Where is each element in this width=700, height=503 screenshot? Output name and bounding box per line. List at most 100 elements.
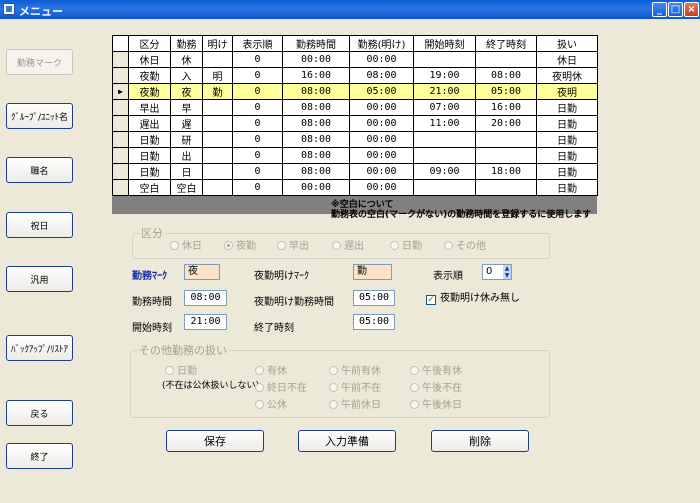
night-mark-input[interactable]: 勤	[353, 264, 392, 280]
table-cell[interactable]: 日勤	[536, 115, 598, 132]
table-cell[interactable]: 空白	[170, 179, 203, 196]
save-button[interactable]: 保存	[166, 430, 264, 452]
table-cell[interactable]	[475, 131, 537, 148]
table-cell[interactable]	[202, 115, 233, 132]
sidebar-item-general[interactable]: 汎用	[6, 266, 73, 292]
column-header[interactable]: 表示順	[232, 35, 283, 52]
table-cell[interactable]: 日勤	[536, 131, 598, 148]
sidebar-item-holiday[interactable]: 祝日	[6, 212, 73, 238]
row-header[interactable]	[112, 115, 129, 132]
radio-pm-holiday[interactable]: 午後休日	[410, 396, 462, 411]
table-cell[interactable]: 0	[232, 99, 283, 116]
table-cell[interactable]: 08:00	[282, 115, 350, 132]
no-rest-checkbox[interactable]: ✓ 夜勤明け休み無し	[426, 289, 520, 305]
table-row[interactable]: 夜勤入明 0 16:00 08:00 19:00 08:00 夜明休	[112, 67, 598, 84]
table-cell[interactable]: 0	[232, 51, 283, 68]
radio-late[interactable]: 遅出	[332, 237, 364, 252]
table-cell[interactable]: 夜	[170, 83, 203, 100]
table-cell[interactable]: 18:00	[475, 163, 537, 180]
table-cell[interactable]	[413, 179, 476, 196]
radio-other-day[interactable]: 日勤	[165, 362, 197, 377]
table-cell[interactable]: 入	[170, 67, 203, 84]
radio-all-day-absent[interactable]: 終日不在	[255, 379, 307, 394]
row-header[interactable]	[112, 179, 129, 196]
table-cell[interactable]: 早	[170, 99, 203, 116]
table-cell[interactable]: 早出	[128, 99, 171, 116]
table-cell[interactable]: 08:00	[349, 67, 414, 84]
row-header[interactable]: ▶	[112, 83, 129, 100]
table-cell[interactable]: 00:00	[282, 51, 350, 68]
table-cell[interactable]: 00:00	[349, 179, 414, 196]
table-cell[interactable]: 09:00	[413, 163, 476, 180]
table-cell[interactable]: 空白	[128, 179, 171, 196]
table-cell[interactable]: 0	[232, 115, 283, 132]
table-cell[interactable]	[202, 163, 233, 180]
work-mark-grid[interactable]: 区分 勤務 明け 表示順 勤務時間 勤務(明け) 開始時刻 終了時刻 扱い 休日…	[112, 35, 598, 214]
row-header[interactable]	[112, 131, 129, 148]
table-cell[interactable]	[413, 131, 476, 148]
table-row[interactable]: 早出早 0 08:00 00:00 07:00 16:00 日勤	[112, 99, 598, 116]
table-cell[interactable]: 08:00	[282, 163, 350, 180]
minimize-button[interactable]: _	[652, 2, 667, 17]
table-row[interactable]: 遅出遅 0 08:00 00:00 11:00 20:00 日勤	[112, 115, 598, 132]
table-cell[interactable]: 夜勤	[128, 67, 171, 84]
row-header[interactable]	[112, 51, 129, 68]
mark-input[interactable]: 夜	[184, 264, 220, 280]
table-cell[interactable]: 05:00	[349, 83, 414, 100]
table-row[interactable]: 空白 空白 0 00:00 00:00 日勤	[112, 179, 598, 196]
table-cell[interactable]: 日勤	[128, 163, 171, 180]
column-header[interactable]: 明け	[202, 35, 233, 52]
table-cell[interactable]: 0	[232, 83, 283, 100]
table-cell[interactable]	[202, 131, 233, 148]
table-cell[interactable]: 21:00	[413, 83, 476, 100]
table-row[interactable]: 日勤研 0 08:00 00:00 日勤	[112, 131, 598, 148]
table-cell[interactable]: 日勤	[536, 179, 598, 196]
table-cell[interactable]: 夜勤	[128, 83, 171, 100]
column-header[interactable]: 終了時刻	[475, 35, 537, 52]
radio-night[interactable]: 夜勤	[224, 237, 256, 252]
table-cell[interactable]: 夜明休	[536, 67, 598, 84]
table-cell[interactable]: 0	[232, 67, 283, 84]
table-cell[interactable]: 08:00	[282, 83, 350, 100]
table-cell[interactable]	[413, 51, 476, 68]
table-cell[interactable]: 08:00	[282, 147, 350, 164]
table-cell[interactable]: 19:00	[413, 67, 476, 84]
table-row[interactable]: 休日休 0 00:00 00:00 休日	[112, 51, 598, 68]
table-cell[interactable]: 日勤	[128, 147, 171, 164]
table-cell[interactable]: 休日	[128, 51, 171, 68]
row-header[interactable]	[112, 147, 129, 164]
table-cell[interactable]: 0	[232, 147, 283, 164]
row-header[interactable]	[112, 67, 129, 84]
radio-paid-leave[interactable]: 有休	[255, 362, 287, 377]
table-cell[interactable]: 00:00	[349, 115, 414, 132]
table-cell[interactable]: 00:00	[282, 179, 350, 196]
table-cell[interactable]: 00:00	[349, 51, 414, 68]
sidebar-item-back[interactable]: 戻る	[6, 400, 73, 426]
table-cell[interactable]: 遅	[170, 115, 203, 132]
table-cell[interactable]: 休日	[536, 51, 598, 68]
table-cell[interactable]: 日勤	[536, 99, 598, 116]
delete-button[interactable]: 削除	[431, 430, 529, 452]
table-cell[interactable]: 0	[232, 179, 283, 196]
sidebar-item-work-mark[interactable]: 勤務マーク	[6, 49, 73, 75]
table-cell[interactable]: 08:00	[475, 67, 537, 84]
table-cell[interactable]: 休	[170, 51, 203, 68]
table-cell[interactable]: 勤	[202, 83, 233, 100]
table-row[interactable]: 日勤日 0 08:00 00:00 09:00 18:00 日勤	[112, 163, 598, 180]
table-cell[interactable]: 遅出	[128, 115, 171, 132]
table-cell[interactable]: 出	[170, 147, 203, 164]
table-cell[interactable]	[202, 99, 233, 116]
table-cell[interactable]: 0	[232, 131, 283, 148]
table-cell[interactable]: 00:00	[349, 99, 414, 116]
table-cell[interactable]	[202, 179, 233, 196]
start-time-input[interactable]: 21:00	[184, 314, 227, 330]
end-time-input[interactable]: 05:00	[353, 314, 395, 330]
spinner-arrows-icon[interactable]: ▲ ▼	[503, 265, 511, 279]
sidebar-item-backup-restore[interactable]: ﾊﾞｯｸｱｯﾌﾟ/ﾘｽﾄｱ	[6, 335, 73, 361]
table-cell[interactable]: 研	[170, 131, 203, 148]
table-cell[interactable]: 11:00	[413, 115, 476, 132]
table-cell[interactable]: 08:00	[282, 131, 350, 148]
maximize-button[interactable]: □	[668, 2, 683, 17]
table-cell[interactable]	[202, 147, 233, 164]
column-header[interactable]: 開始時刻	[413, 35, 476, 52]
